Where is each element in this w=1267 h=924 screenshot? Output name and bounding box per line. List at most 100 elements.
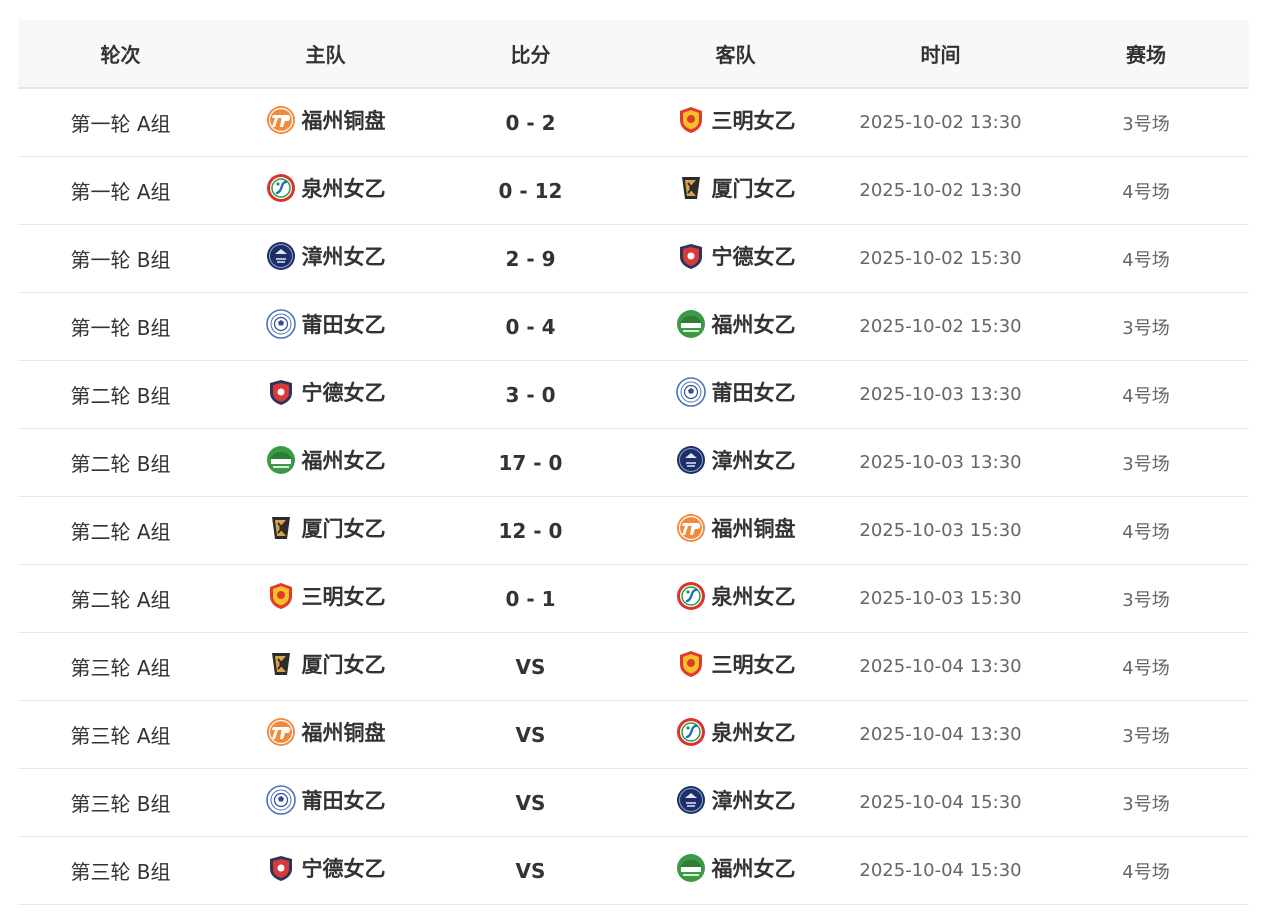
venue-cell: 3号场	[1043, 292, 1249, 361]
round-cell: 第一轮 A组	[18, 156, 223, 225]
xiamen-logo-icon	[266, 649, 296, 679]
away-team: 福州女乙	[676, 853, 796, 883]
table-row: 第二轮 A组 三明女乙 0 - 1 泉州女乙 2025-10-03 15:30 3号场	[18, 564, 1249, 633]
ningde-logo-icon	[676, 241, 706, 271]
header-round: 轮次	[18, 20, 223, 89]
score-cell: 0 - 1	[428, 564, 633, 633]
home-team-name: 福州铜盘	[301, 109, 386, 133]
round-cell: 第三轮 A组	[18, 632, 223, 701]
home-team: 厦门女乙	[266, 513, 386, 543]
home-team-name: 莆田女乙	[301, 789, 386, 813]
time-cell: 2025-10-03 13:30	[838, 428, 1043, 497]
table-row: 第二轮 A组 厦门女乙 12 - 0 福州铜盘 2025-10-03 15:30 4号场	[18, 496, 1249, 565]
home-team-cell: 三明女乙	[223, 564, 428, 633]
home-team-name: 三明女乙	[301, 585, 386, 609]
away-team-name: 福州铜盘	[711, 517, 796, 541]
away-team-name: 泉州女乙	[711, 585, 796, 609]
match-schedule-table: 轮次 主队 比分 客队 时间 赛场 第一轮 A组 福州铜盘 0 - 2 三明女乙 202…	[18, 20, 1249, 905]
home-team-cell: 莆田女乙	[223, 768, 428, 837]
home-team-cell: 泉州女乙	[223, 156, 428, 225]
away-team-name: 福州女乙	[711, 857, 796, 881]
home-team: 莆田女乙	[265, 309, 386, 339]
away-team: 三明女乙	[676, 649, 796, 679]
score-cell: 2 - 9	[428, 224, 633, 293]
away-team-cell: 漳州女乙	[633, 768, 838, 837]
away-team: 福州女乙	[676, 309, 796, 339]
fuzhou-tongpan-logo-icon	[266, 717, 296, 747]
round-cell: 第三轮 A组	[18, 700, 223, 769]
home-team: 泉州女乙	[266, 173, 386, 203]
home-team: 福州铜盘	[266, 105, 386, 135]
fuzhou-logo-icon	[676, 853, 706, 883]
round-cell: 第二轮 A组	[18, 496, 223, 565]
score-cell: 12 - 0	[428, 496, 633, 565]
quanzhou-logo-icon	[676, 581, 706, 611]
away-team: 漳州女乙	[676, 785, 796, 815]
time-cell: 2025-10-02 13:30	[838, 156, 1043, 225]
home-team-name: 宁德女乙	[301, 381, 386, 405]
away-team-cell: 漳州女乙	[633, 428, 838, 497]
putian-logo-icon	[675, 377, 706, 407]
away-team-name: 厦门女乙	[711, 177, 796, 201]
home-team: 三明女乙	[266, 581, 386, 611]
home-team-cell: 莆田女乙	[223, 292, 428, 361]
home-team-cell: 宁德女乙	[223, 836, 428, 905]
table-row: 第三轮 B组 莆田女乙 VS 漳州女乙 2025-10-04 15:30 3号场	[18, 768, 1249, 837]
schedule-container: 轮次 主队 比分 客队 时间 赛场 第一轮 A组 福州铜盘 0 - 2 三明女乙 202…	[18, 20, 1249, 905]
home-team: 莆田女乙	[265, 785, 386, 815]
home-team-cell: 厦门女乙	[223, 496, 428, 565]
table-row: 第一轮 A组 泉州女乙 0 - 12 厦门女乙 2025-10-02 13:30 4号场	[18, 156, 1249, 225]
header-score: 比分	[428, 20, 633, 89]
away-team-cell: 宁德女乙	[633, 224, 838, 293]
home-team-name: 福州铜盘	[301, 721, 386, 745]
venue-cell: 3号场	[1043, 700, 1249, 769]
home-team: 福州铜盘	[266, 717, 386, 747]
home-team-cell: 厦门女乙	[223, 632, 428, 701]
away-team-cell: 三明女乙	[633, 88, 838, 157]
round-cell: 第一轮 B组	[18, 292, 223, 361]
away-team: 泉州女乙	[676, 717, 796, 747]
home-team-name: 漳州女乙	[301, 245, 386, 269]
away-team-cell: 泉州女乙	[633, 564, 838, 633]
header-away-team: 客队	[633, 20, 838, 89]
round-cell: 第三轮 B组	[18, 768, 223, 837]
ningde-logo-icon	[266, 853, 296, 883]
away-team-name: 漳州女乙	[711, 789, 796, 813]
time-cell: 2025-10-02 15:30	[838, 292, 1043, 361]
table-header: 轮次 主队 比分 客队 时间 赛场	[18, 20, 1249, 89]
xiamen-logo-icon	[266, 513, 296, 543]
round-cell: 第一轮 B组	[18, 224, 223, 293]
away-team-cell: 莆田女乙	[633, 360, 838, 429]
away-team-name: 莆田女乙	[711, 381, 796, 405]
score-cell: VS	[428, 768, 633, 837]
time-cell: 2025-10-04 15:30	[838, 768, 1043, 837]
away-team-cell: 泉州女乙	[633, 700, 838, 769]
time-cell: 2025-10-03 13:30	[838, 360, 1043, 429]
away-team: 泉州女乙	[676, 581, 796, 611]
home-team-name: 莆田女乙	[301, 313, 386, 337]
away-team-name: 三明女乙	[711, 653, 796, 677]
score-cell: 0 - 4	[428, 292, 633, 361]
round-cell: 第一轮 A组	[18, 88, 223, 157]
quanzhou-logo-icon	[676, 717, 706, 747]
fuzhou-tongpan-logo-icon	[676, 513, 706, 543]
away-team-cell: 厦门女乙	[633, 156, 838, 225]
sanming-logo-icon	[266, 581, 296, 611]
zhangzhou-logo-icon	[676, 785, 706, 815]
away-team-cell: 福州女乙	[633, 836, 838, 905]
table-row: 第一轮 A组 福州铜盘 0 - 2 三明女乙 2025-10-02 13:30 3号场	[18, 88, 1249, 157]
home-team-cell: 福州铜盘	[223, 700, 428, 769]
home-team: 福州女乙	[266, 445, 386, 475]
time-cell: 2025-10-02 13:30	[838, 88, 1043, 157]
table-row: 第三轮 A组 厦门女乙 VS 三明女乙 2025-10-04 13:30 4号场	[18, 632, 1249, 701]
putian-logo-icon	[265, 309, 296, 339]
home-team-cell: 漳州女乙	[223, 224, 428, 293]
table-row: 第二轮 B组 宁德女乙 3 - 0 莆田女乙 2025-10-03 13:30 4号场	[18, 360, 1249, 429]
away-team: 厦门女乙	[676, 173, 796, 203]
home-team-name: 厦门女乙	[301, 653, 386, 677]
venue-cell: 4号场	[1043, 836, 1249, 905]
table-row: 第二轮 B组 福州女乙 17 - 0 漳州女乙 2025-10-03 13:30 3号场	[18, 428, 1249, 497]
putian-logo-icon	[265, 785, 296, 815]
venue-cell: 4号场	[1043, 360, 1249, 429]
score-cell: 17 - 0	[428, 428, 633, 497]
